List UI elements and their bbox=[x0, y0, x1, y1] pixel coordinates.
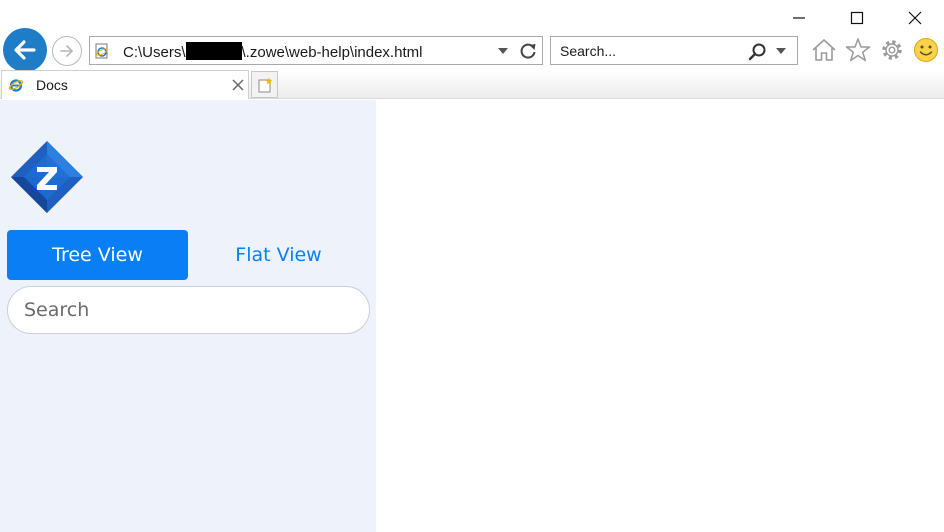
tab-strip: Docs bbox=[0, 70, 944, 99]
browser-search-placeholder: Search... bbox=[560, 43, 617, 59]
home-button[interactable] bbox=[810, 36, 838, 64]
tools-button[interactable] bbox=[878, 36, 906, 64]
back-arrow-icon bbox=[14, 40, 36, 60]
address-bar[interactable]: C:\Users\ \.zowe\web-help\index.html bbox=[89, 36, 543, 65]
address-url[interactable]: C:\Users\ \.zowe\web-help\index.html bbox=[123, 42, 422, 61]
favorites-button[interactable] bbox=[844, 36, 872, 64]
close-icon bbox=[908, 11, 922, 25]
url-suffix: \.zowe\web-help\index.html bbox=[241, 44, 423, 61]
smiley-icon bbox=[914, 38, 938, 62]
url-prefix: C:\Users\ bbox=[123, 44, 186, 61]
docs-search-input[interactable] bbox=[7, 286, 370, 334]
feedback-button[interactable] bbox=[912, 36, 940, 64]
ie-favicon-icon bbox=[8, 79, 24, 92]
docs-sidebar: Tree View Flat View bbox=[0, 100, 376, 532]
redacted-username bbox=[185, 42, 242, 60]
star-icon bbox=[845, 38, 871, 62]
gear-icon bbox=[882, 40, 902, 60]
main-content-area bbox=[376, 100, 944, 532]
search-dropdown-icon[interactable] bbox=[776, 48, 786, 54]
forward-button[interactable] bbox=[52, 36, 82, 66]
new-tab-icon bbox=[258, 77, 272, 92]
magnifier-icon[interactable] bbox=[748, 42, 768, 62]
browser-window: C:\Users\ \.zowe\web-help\index.html Sear… bbox=[0, 0, 944, 532]
new-tab-button[interactable] bbox=[251, 71, 278, 98]
navigation-bar: C:\Users\ \.zowe\web-help\index.html Sear… bbox=[0, 28, 944, 72]
page-icon bbox=[95, 43, 109, 59]
toolbar-icons bbox=[810, 36, 940, 64]
browser-search-box[interactable]: Search... bbox=[550, 36, 798, 65]
maximize-icon bbox=[850, 11, 864, 25]
zowe-logo bbox=[11, 141, 83, 213]
page-viewport: Tree View Flat View bbox=[0, 100, 944, 532]
refresh-icon[interactable] bbox=[518, 41, 538, 61]
forward-arrow-icon bbox=[60, 45, 73, 57]
address-dropdown-icon[interactable] bbox=[498, 48, 508, 54]
flat-view-button[interactable]: Flat View bbox=[188, 230, 369, 280]
view-toggle: Tree View Flat View bbox=[7, 230, 369, 280]
tab-title: Docs bbox=[36, 77, 68, 93]
close-tab-icon[interactable] bbox=[231, 78, 245, 92]
minimize-icon bbox=[793, 17, 805, 19]
back-button[interactable] bbox=[3, 28, 47, 72]
tree-view-button[interactable]: Tree View bbox=[7, 230, 188, 280]
home-icon bbox=[812, 39, 836, 61]
tab-docs[interactable]: Docs bbox=[1, 70, 249, 99]
